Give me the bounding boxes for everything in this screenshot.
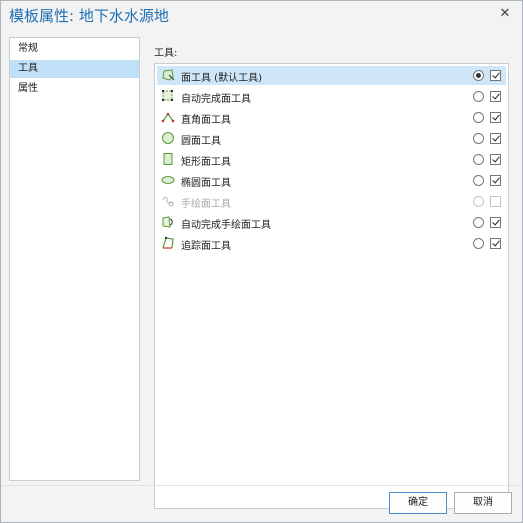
tools-panel: 工具: 面工具 (默认工具) 自动完成面工具 直角面工具 圆面工具 矩形面工具 … bbox=[146, 37, 512, 509]
tool-row-ellipse-polygon[interactable]: 椭圆面工具 bbox=[157, 171, 506, 190]
tool-enabled-checkbox[interactable] bbox=[490, 238, 501, 249]
tool-row-polygon[interactable]: 面工具 (默认工具) bbox=[157, 66, 506, 85]
default-tool-radio[interactable] bbox=[473, 217, 484, 228]
autocomplete-freehand-icon bbox=[162, 216, 173, 228]
nav-item-general[interactable]: 常规 bbox=[10, 40, 139, 58]
tool-row-autocomplete-freehand[interactable]: 自动完成手绘面工具 bbox=[157, 213, 506, 232]
default-tool-radio[interactable] bbox=[473, 196, 484, 207]
close-icon[interactable]: ✕ bbox=[498, 7, 512, 21]
freehand-polygon-icon bbox=[162, 196, 174, 207]
tool-enabled-checkbox[interactable] bbox=[490, 112, 501, 123]
default-tool-radio[interactable] bbox=[473, 112, 484, 123]
default-tool-radio[interactable] bbox=[473, 175, 484, 186]
tool-label: 自动完成手绘面工具 bbox=[181, 220, 271, 231]
default-tool-radio[interactable] bbox=[473, 238, 484, 249]
tool-row-trace-polygon[interactable]: 追踪面工具 bbox=[157, 234, 506, 253]
tool-enabled-checkbox[interactable] bbox=[490, 133, 501, 144]
tool-label: 追踪面工具 bbox=[181, 241, 231, 252]
tool-label: 椭圆面工具 bbox=[181, 178, 231, 189]
default-tool-radio[interactable] bbox=[473, 91, 484, 102]
autocomplete-polygon-icon bbox=[162, 90, 173, 101]
tool-label: 手绘面工具 bbox=[181, 199, 231, 210]
tools-section-label: 工具: bbox=[154, 48, 178, 59]
tool-row-freehand-polygon[interactable]: 手绘面工具 bbox=[157, 192, 506, 211]
category-nav: 常规 工具 属性 bbox=[9, 37, 140, 481]
right-angle-polygon-icon bbox=[161, 112, 175, 123]
footer-divider bbox=[1, 485, 522, 486]
ellipse-polygon-icon bbox=[161, 176, 175, 184]
trace-polygon-icon bbox=[162, 236, 174, 249]
tool-row-rectangle-polygon[interactable]: 矩形面工具 bbox=[157, 150, 506, 169]
tool-enabled-checkbox[interactable] bbox=[490, 91, 501, 102]
dialog-title: 模板属性: 地下水水源地 bbox=[9, 7, 169, 25]
tool-label: 直角面工具 bbox=[181, 115, 231, 126]
tool-row-circle-polygon[interactable]: 圆面工具 bbox=[157, 129, 506, 148]
ok-button[interactable]: 确定 bbox=[389, 492, 447, 514]
tool-label: 矩形面工具 bbox=[181, 157, 231, 168]
default-tool-radio[interactable] bbox=[473, 133, 484, 144]
tool-enabled-checkbox[interactable] bbox=[490, 154, 501, 165]
tool-enabled-checkbox[interactable] bbox=[490, 175, 501, 186]
polygon-tool-icon bbox=[162, 69, 175, 81]
tool-enabled-checkbox[interactable] bbox=[490, 70, 501, 81]
title-bar: 模板属性: 地下水水源地 ✕ bbox=[1, 1, 522, 31]
rectangle-polygon-icon bbox=[163, 153, 173, 165]
cancel-button[interactable]: 取消 bbox=[454, 492, 512, 514]
tool-enabled-checkbox[interactable] bbox=[490, 217, 501, 228]
tool-row-autocomplete-polygon[interactable]: 自动完成面工具 bbox=[157, 87, 506, 106]
default-tool-radio[interactable] bbox=[473, 154, 484, 165]
tool-enabled-checkbox[interactable] bbox=[490, 196, 501, 207]
nav-item-attributes[interactable]: 属性 bbox=[10, 80, 139, 98]
tool-row-right-angle-polygon[interactable]: 直角面工具 bbox=[157, 108, 506, 127]
template-properties-dialog: 模板属性: 地下水水源地 ✕ 常规 工具 属性 工具: 面工具 (默认工具) 自… bbox=[0, 0, 523, 523]
nav-item-tools[interactable]: 工具 bbox=[10, 60, 139, 78]
default-tool-radio[interactable] bbox=[473, 70, 484, 81]
tool-label: 圆面工具 bbox=[181, 136, 221, 147]
circle-polygon-icon bbox=[162, 132, 174, 144]
tool-list: 面工具 (默认工具) 自动完成面工具 直角面工具 圆面工具 矩形面工具 椭圆面工… bbox=[154, 63, 509, 509]
tool-label: 自动完成面工具 bbox=[181, 94, 251, 105]
tool-label: 面工具 (默认工具) bbox=[181, 73, 262, 84]
